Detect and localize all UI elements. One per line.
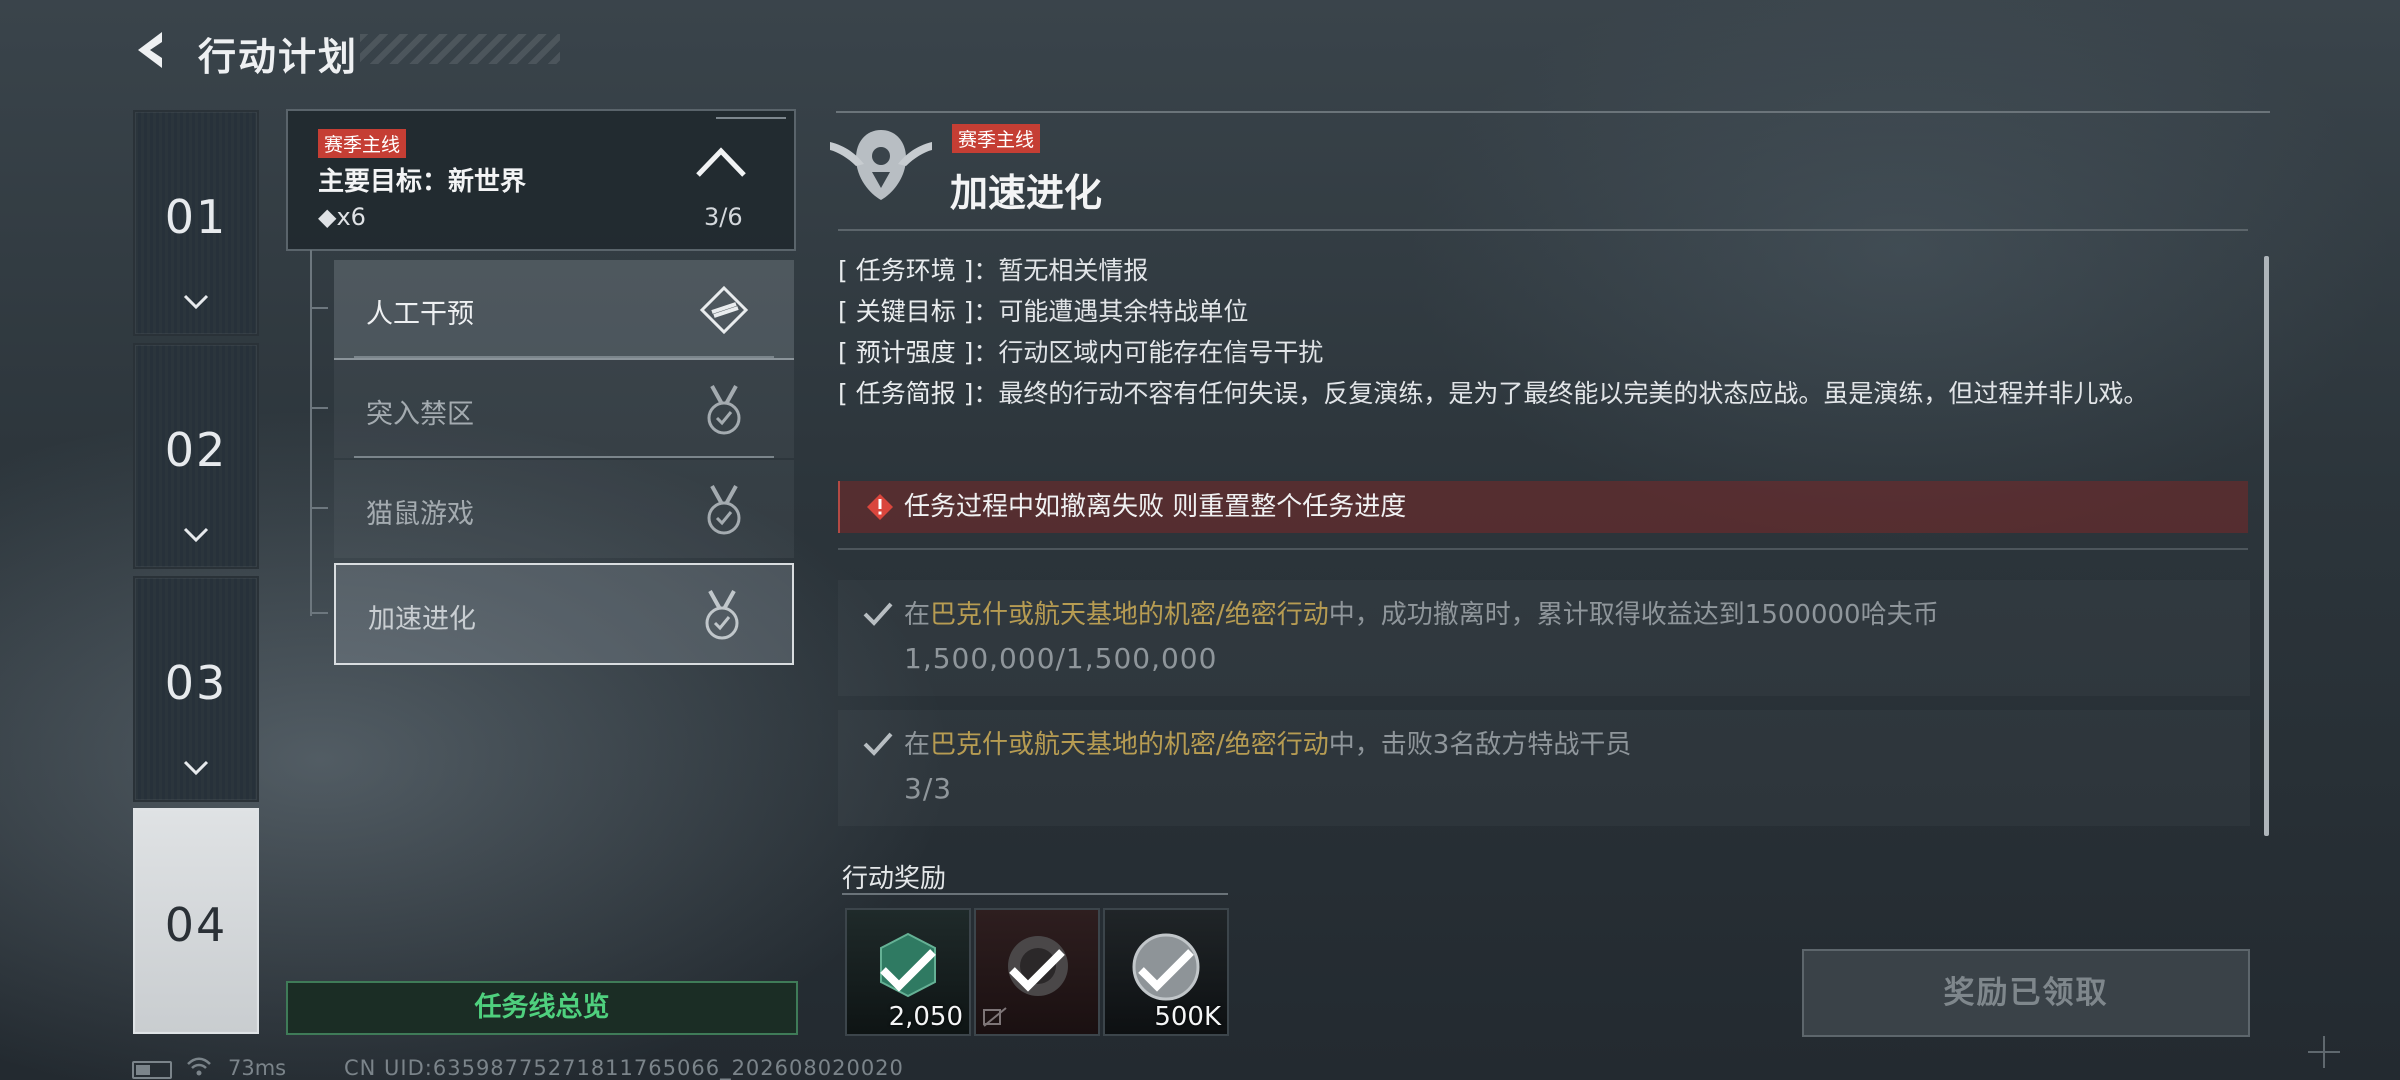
chapter-number: 02 [164, 423, 228, 477]
check-icon [880, 949, 936, 992]
season-main-tag: 赛季主线 [318, 129, 407, 158]
objective-text: 在巴克什或航天基地的机密/绝密行动中，成功撤离时，累计取得收益达到1500000… [904, 594, 1939, 631]
mission-title: 加速进化 [950, 171, 1103, 215]
reward-slot-3[interactable]: 500K [1103, 908, 1229, 1036]
separator [354, 456, 774, 458]
detail-divider [838, 229, 2248, 231]
season-main-tag: 赛季主线 [952, 124, 1041, 153]
diamond-target-icon [699, 285, 749, 335]
tree-tick [310, 307, 328, 309]
objective-item: 在巴克什或航天基地的机密/绝密行动中，击败3名敌方特战干员 3/3 [838, 710, 2250, 826]
info-key-target: [ 关键目标 ]：可能遭遇其余特战单位 [838, 291, 2238, 333]
info-environment: [ 任务环境 ]：暂无相关情报 [838, 250, 2238, 292]
sub-mission-item-selected[interactable]: 加速进化 [310, 563, 794, 665]
info-key: [ 任务简报 ] [838, 379, 974, 408]
info-briefing: [ 任务简报 ]：最终的行动不容有任何失误，反复演练，是为了最终能以完美的状态应… [838, 373, 2233, 415]
check-icon [863, 602, 893, 626]
sub-mission-label: 猫鼠游戏 [366, 499, 474, 530]
medal-check-icon [707, 385, 741, 435]
chevron-down-icon [183, 760, 209, 776]
info-value: ：可能遭遇其余特战单位 [973, 297, 1249, 326]
tree-connector [310, 250, 312, 616]
battery-icon [132, 1061, 172, 1079]
detail-scrollbar[interactable] [2264, 256, 2269, 836]
chapter-tab-02[interactable]: 02 [133, 343, 259, 569]
title-decoration [360, 34, 560, 64]
rewards-label: 行动奖励 [842, 864, 947, 894]
rewards-claimed-button[interactable]: 奖励已领取 [1802, 949, 2250, 1037]
medal-check-icon [705, 590, 739, 640]
warning-divider [838, 548, 2248, 550]
check-icon [1138, 949, 1194, 992]
card-decoration [716, 117, 786, 119]
detail-top-divider [836, 111, 2270, 113]
page-title: 行动计划 [198, 35, 359, 79]
info-value: ：最终的行动不容有任何失误，反复演练，是为了最终能以完美的状态应战。虽是演练，但… [973, 379, 2149, 408]
warning-icon [867, 494, 893, 520]
objective-location: 巴克什或航天基地的机密/绝密行动 [930, 600, 1329, 630]
chevron-up-icon[interactable] [694, 145, 748, 179]
wifi-icon [187, 1057, 211, 1076]
objective-prefix: 在 [904, 730, 931, 760]
info-value: ：行动区域内可能存在信号干扰 [973, 338, 1324, 367]
objective-prefix: 在 [904, 600, 931, 630]
reward-slot-2[interactable] [974, 908, 1100, 1036]
objective-item: 在巴克什或航天基地的机密/绝密行动中，成功撤离时，累计取得收益达到1500000… [838, 580, 2250, 696]
tree-tick [310, 612, 328, 614]
check-icon [863, 732, 893, 756]
rewards-underline [842, 893, 1228, 895]
chapter-number: 04 [164, 898, 228, 952]
chapter-tab-01[interactable]: 01 [133, 110, 259, 336]
chapter-number: 03 [164, 656, 228, 710]
warning-banner: 任务过程中如撤离失败 则重置整个任务进度 [838, 481, 2248, 533]
quest-progress: 3/6 [704, 203, 743, 231]
main-goal-title: 主要目标：新世界 [318, 167, 527, 197]
medal-check-icon [707, 485, 741, 535]
tree-tick [310, 407, 328, 409]
reward-amount: 2,050 [888, 1002, 963, 1032]
objective-suffix: 中，击败3名敌方特战干员 [1328, 730, 1632, 760]
sub-mission-item[interactable]: 猫鼠游戏 [310, 460, 794, 558]
diamond-count: ◆x6 [318, 203, 366, 231]
chevron-down-icon [183, 294, 209, 310]
objective-location: 巴克什或航天基地的机密/绝密行动 [930, 730, 1329, 760]
user-uid: CN UID:6359877527181176​5066_20260802002… [344, 1056, 904, 1080]
tree-tick [310, 507, 328, 509]
sub-mission-label: 突入禁区 [366, 399, 474, 430]
questline-overview-button[interactable]: 任务线总览 [286, 981, 798, 1035]
chapter-tab-03[interactable]: 03 [133, 576, 259, 802]
arrow-left-icon[interactable] [128, 26, 176, 74]
chapter-number: 01 [164, 190, 228, 244]
sub-mission-item[interactable]: 突入禁区 [310, 360, 794, 458]
info-key: [ 关键目标 ] [838, 297, 974, 326]
plus-icon [2308, 1036, 2340, 1068]
main-quest-card[interactable]: 赛季主线 主要目标：新世界 ◆x6 3/6 [286, 109, 796, 251]
info-value: ：暂无相关情报 [973, 256, 1149, 285]
reward-amount: 500K [1154, 1002, 1221, 1032]
chapter-tab-04[interactable]: 04 [133, 808, 259, 1034]
objective-progress: 1,500,000/1,500,000 [904, 642, 1218, 675]
sub-mission-item[interactable]: 人工干预 [310, 260, 794, 360]
eagle-emblem-icon [830, 130, 932, 200]
objective-suffix: 中，成功撤离时，累计取得收益达到1500000哈夫币 [1328, 600, 1939, 630]
check-icon [1009, 949, 1065, 992]
info-intensity: [ 预计强度 ]：行动区域内可能存在信号干扰 [838, 332, 2238, 374]
ping-value: 73ms [228, 1056, 287, 1080]
sub-mission-label: 人工干预 [366, 299, 474, 330]
sub-mission-label: 加速进化 [368, 604, 476, 635]
reward-slot-1[interactable]: 2,050 [845, 908, 971, 1036]
objective-progress: 3/3 [904, 772, 953, 805]
unbindable-icon [983, 1007, 1007, 1027]
warning-text: 任务过程中如撤离失败 则重置整个任务进度 [904, 492, 1407, 522]
chevron-down-icon [183, 527, 209, 543]
separator [354, 356, 774, 358]
info-key: [ 任务环境 ] [838, 256, 974, 285]
objective-text: 在巴克什或航天基地的机密/绝密行动中，击败3名敌方特战干员 [904, 724, 1631, 761]
info-key: [ 预计强度 ] [838, 338, 974, 367]
